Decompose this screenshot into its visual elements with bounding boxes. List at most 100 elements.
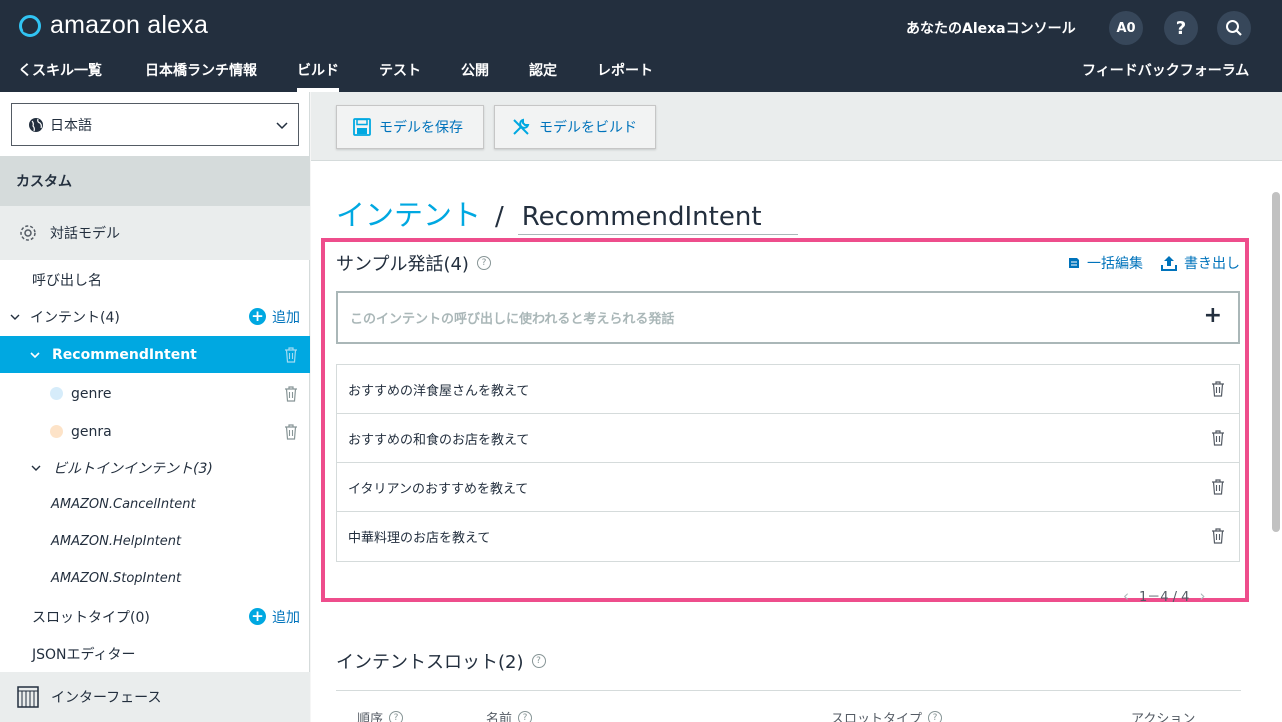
alexa-logo[interactable]: amazon alexa [18, 11, 208, 40]
sidebar-item-slot-genra[interactable]: genra [0, 413, 310, 450]
list-item[interactable]: おすすめの洋食屋さんを教えて [337, 365, 1239, 414]
column-header-name: 名前 ? [486, 708, 533, 722]
sidebar-item-stop-intent[interactable]: AMAZON.StopIntent [0, 560, 310, 597]
add-slot-type-label: 追加 [272, 609, 300, 626]
avatar-button[interactable]: A0 [1109, 11, 1143, 45]
utterance-text: イタリアンのおすすめを教えて [348, 481, 529, 497]
list-item[interactable]: おすすめの和食のお店を教えて [337, 414, 1239, 463]
sidebar-item-slot-types[interactable]: スロットタイプ(0) + 追加 [0, 598, 310, 635]
add-intent-label: 追加 [272, 309, 300, 326]
tab-publish[interactable]: 公開 [461, 60, 489, 80]
sidebar: 日本語 カスタム 対話モデル 呼び出し名 インテント(4) + 追加 Recom… [0, 92, 310, 722]
sidebar-item-json-editor[interactable]: JSONエディター [0, 635, 310, 672]
bulk-edit-icon [1067, 256, 1081, 270]
wrench-icon [511, 117, 531, 137]
add-slot-type-button[interactable]: + 追加 [249, 607, 300, 627]
sidebar-item-builtin-intents[interactable]: ビルトインインテント(3) [0, 449, 310, 486]
sidebar-item-interfaces[interactable]: インターフェース [0, 672, 310, 722]
column-label: 名前 [486, 712, 513, 722]
chevron-left-icon[interactable]: ‹ [1123, 587, 1129, 605]
utterance-placeholder: このインテントの呼び出しに使われると考えられる発話 [350, 312, 675, 327]
search-button[interactable] [1217, 11, 1251, 45]
chevron-right-icon[interactable]: › [1199, 587, 1205, 605]
save-model-button[interactable]: モデルを保存 [336, 105, 484, 149]
chevron-down-icon [276, 119, 288, 131]
help-icon[interactable]: ? [518, 710, 533, 722]
sidebar-item-recommend-intent[interactable]: RecommendIntent [0, 336, 310, 373]
intents-label: インテント(4) [30, 309, 120, 326]
help-icon[interactable]: ? [531, 654, 546, 668]
logo-text: amazon alexa [50, 11, 209, 39]
toolbar: モデルを保存 モデルをビルド [311, 92, 1282, 161]
help-icon[interactable]: ? [928, 710, 943, 722]
tab-test[interactable]: テスト [379, 60, 421, 80]
sidebar-item-cancel-intent[interactable]: AMAZON.CancelIntent [0, 486, 310, 523]
selected-intent-label: RecommendIntent [52, 346, 197, 363]
language-select[interactable]: 日本語 [11, 103, 299, 146]
scrollbar[interactable] [1272, 192, 1280, 532]
breadcrumb-intents-link[interactable]: インテント [336, 192, 481, 234]
column-label: アクション [1131, 712, 1196, 722]
column-header-order: 順序 ? [357, 708, 404, 722]
console-title[interactable]: あなたのAlexaコンソール [906, 18, 1076, 38]
sidebar-item-invocation[interactable]: 呼び出し名 [0, 261, 310, 298]
column-header-slot-type: スロットタイプ ? [831, 708, 943, 722]
bulk-edit-button[interactable]: 一括編集 [1067, 253, 1143, 273]
list-item[interactable]: イタリアンのおすすめを教えて [337, 463, 1239, 512]
help-icon[interactable]: ? [476, 256, 491, 270]
search-icon [1225, 19, 1243, 37]
interaction-model-label: 対話モデル [50, 226, 120, 242]
help-button[interactable]: ? [1164, 11, 1198, 45]
help-icon[interactable]: ? [389, 710, 404, 722]
tab-reports[interactable]: レポート [597, 60, 653, 80]
bulk-edit-label: 一括編集 [1087, 256, 1143, 272]
intent-name-field[interactable]: RecommendIntent [517, 202, 798, 235]
trash-icon[interactable] [1211, 479, 1225, 495]
breadcrumb-separator: / [495, 202, 504, 232]
intent-slots-title: インテントスロット(2) ? [336, 648, 546, 674]
sample-utterances-label: サンプル発話(4) [336, 254, 469, 275]
utterance-input[interactable]: このインテントの呼び出しに使われると考えられる発話 + [336, 291, 1240, 344]
slot-color-dot [50, 425, 63, 438]
tab-certification[interactable]: 認定 [529, 60, 557, 80]
interfaces-label: インターフェース [51, 690, 162, 706]
utterance-list: おすすめの洋食屋さんを教えて おすすめの和食のお店を教えて イタリアンのおすすめ… [336, 364, 1240, 562]
chevron-down-icon [10, 312, 20, 322]
trash-icon[interactable] [284, 423, 298, 440]
back-to-skills-link[interactable]: くスキル一覧 [18, 60, 102, 80]
trash-icon[interactable] [1211, 528, 1225, 544]
main-content: モデルを保存 モデルをビルド インテント / RecommendIntent サ… [311, 92, 1282, 722]
trash-icon[interactable] [1211, 381, 1225, 397]
save-model-label: モデルを保存 [379, 120, 463, 136]
build-model-button[interactable]: モデルをビルド [494, 105, 656, 149]
list-item[interactable]: 中華料理のお店を教えて [337, 512, 1239, 561]
build-model-label: モデルをビルド [539, 120, 637, 136]
custom-section-header[interactable]: カスタム [0, 156, 310, 206]
slot-name: genra [71, 423, 112, 440]
sidebar-item-intents[interactable]: インテント(4) + 追加 [0, 298, 310, 335]
trash-icon[interactable] [284, 385, 298, 402]
sample-utterances-title: サンプル発話(4) ? [336, 250, 491, 276]
alexa-ring-icon [18, 14, 42, 38]
add-intent-button[interactable]: + 追加 [249, 307, 300, 327]
trash-icon[interactable] [1211, 430, 1225, 446]
interaction-model-header[interactable]: 対話モデル [0, 206, 310, 260]
sidebar-item-slot-genre[interactable]: genre [0, 375, 310, 412]
pagination: ‹ 1－4 / 4 › [1123, 586, 1205, 606]
slot-color-dot [50, 387, 63, 400]
sidebar-item-help-intent[interactable]: AMAZON.HelpIntent [0, 523, 310, 560]
chevron-down-icon [30, 350, 40, 360]
add-utterance-button[interactable]: + [1204, 303, 1222, 328]
main-nav: くスキル一覧 日本橋ランチ情報 ビルド テスト 公開 認定 レポート フィードバ… [0, 52, 1282, 92]
feedback-forum-link[interactable]: フィードバックフォーラム [1082, 60, 1249, 80]
tab-build[interactable]: ビルド [297, 60, 339, 80]
delete-intent-trash-icon[interactable] [284, 346, 298, 363]
intent-slots-label: インテントスロット(2) [336, 652, 524, 673]
chevron-down-icon [31, 463, 41, 473]
plus-circle-icon: + [249, 308, 266, 325]
export-button[interactable]: 書き出し [1160, 253, 1240, 273]
column-header-action: アクション [1131, 708, 1195, 722]
skill-name-tab[interactable]: 日本橋ランチ情報 [145, 60, 257, 80]
grid-icon [17, 686, 39, 708]
utterance-text: 中華料理のお店を教えて [348, 531, 491, 546]
